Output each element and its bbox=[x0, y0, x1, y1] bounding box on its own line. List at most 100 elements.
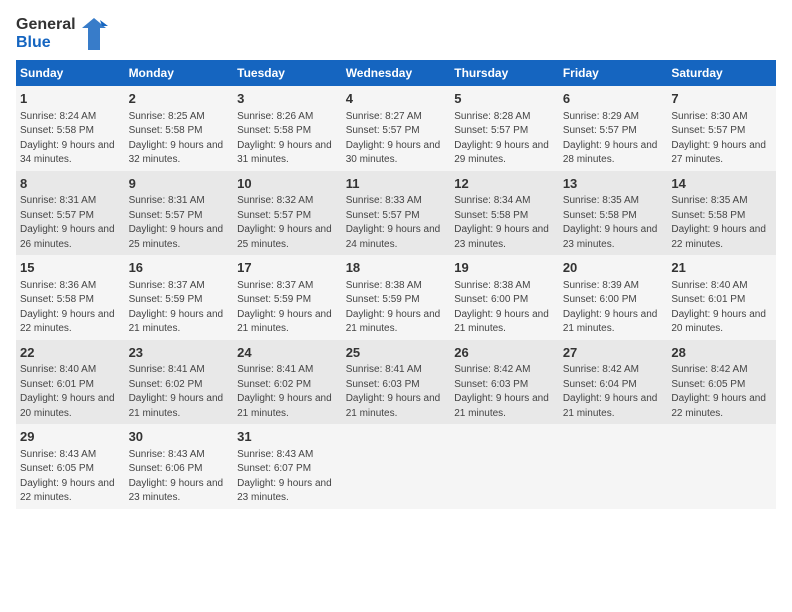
day-cell: 8Sunrise: 8:31 AMSunset: 5:57 PMDaylight… bbox=[16, 171, 125, 256]
sunrise: Sunrise: 8:31 AM bbox=[129, 195, 205, 206]
week-row-3: 15Sunrise: 8:36 AMSunset: 5:58 PMDayligh… bbox=[16, 255, 776, 340]
day-cell: 6Sunrise: 8:29 AMSunset: 5:57 PMDaylight… bbox=[559, 86, 668, 171]
daylight-label: Daylight: 9 hours and 22 minutes. bbox=[20, 309, 115, 335]
daylight-label: Daylight: 9 hours and 21 minutes. bbox=[563, 309, 658, 335]
sunrise: Sunrise: 8:37 AM bbox=[129, 280, 205, 291]
day-number: 11 bbox=[346, 175, 447, 193]
sunset: Sunset: 5:58 PM bbox=[454, 210, 528, 221]
day-cell: 5 Sunrise: 8:28 AM Sunset: 5:57 PM Daylight… bbox=[450, 86, 559, 171]
sunset: Sunset: 6:03 PM bbox=[454, 379, 528, 390]
sunrise: Sunrise: 8:28 AM bbox=[454, 111, 530, 122]
daylight-label: Daylight: 9 hours and 29 minutes. bbox=[454, 140, 549, 166]
daylight-label: Daylight: 9 hours and 21 minutes. bbox=[454, 393, 549, 419]
daylight-label: Daylight: 9 hours and 21 minutes. bbox=[129, 309, 224, 335]
day-cell: 3Sunrise: 8:26 AMSunset: 5:58 PMDaylight… bbox=[233, 86, 342, 171]
sunset: Sunset: 5:58 PM bbox=[237, 125, 311, 136]
sunset: Sunset: 6:00 PM bbox=[454, 294, 528, 305]
day-header-wednesday: Wednesday bbox=[342, 60, 451, 86]
sunrise: Sunrise: 8:35 AM bbox=[563, 195, 639, 206]
day-number: 7 bbox=[671, 90, 772, 108]
sunset: Sunset: 5:57 PM bbox=[237, 210, 311, 221]
day-cell: 31Sunrise: 8:43 AMSunset: 6:07 PMDayligh… bbox=[233, 424, 342, 509]
day-number: 13 bbox=[563, 175, 664, 193]
day-number: 23 bbox=[129, 344, 230, 362]
day-cell: 28Sunrise: 8:42 AMSunset: 6:05 PMDayligh… bbox=[667, 340, 776, 425]
day-cell: 16Sunrise: 8:37 AMSunset: 5:59 PMDayligh… bbox=[125, 255, 234, 340]
day-cell bbox=[342, 424, 451, 509]
day-cell: 25Sunrise: 8:41 AMSunset: 6:03 PMDayligh… bbox=[342, 340, 451, 425]
day-number: 12 bbox=[454, 175, 555, 193]
logo: General Blue bbox=[16, 16, 108, 52]
logo-blue-text: Blue bbox=[16, 34, 51, 52]
daylight-label: Daylight: 9 hours and 22 minutes. bbox=[671, 393, 766, 419]
sunset: Sunset: 6:05 PM bbox=[671, 379, 745, 390]
sunrise: Sunrise: 8:25 AM bbox=[129, 111, 205, 122]
day-cell bbox=[450, 424, 559, 509]
sunrise: Sunrise: 8:42 AM bbox=[454, 364, 530, 375]
sunrise: Sunrise: 8:38 AM bbox=[454, 280, 530, 291]
sunset: Sunset: 5:59 PM bbox=[129, 294, 203, 305]
day-number: 18 bbox=[346, 259, 447, 277]
sunset: Sunset: 6:02 PM bbox=[237, 379, 311, 390]
sunrise: Sunrise: 8:43 AM bbox=[237, 449, 313, 460]
day-cell: 4Sunrise: 8:27 AMSunset: 5:57 PMDaylight… bbox=[342, 86, 451, 171]
sunrise: Sunrise: 8:38 AM bbox=[346, 280, 422, 291]
day-number: 27 bbox=[563, 344, 664, 362]
sunset: Sunset: 6:00 PM bbox=[563, 294, 637, 305]
day-cell bbox=[667, 424, 776, 509]
day-number: 6 bbox=[563, 90, 664, 108]
day-cell: 22Sunrise: 8:40 AMSunset: 6:01 PMDayligh… bbox=[16, 340, 125, 425]
daylight-label: Daylight: 9 hours and 23 minutes. bbox=[563, 224, 658, 250]
day-cell: 29Sunrise: 8:43 AMSunset: 6:05 PMDayligh… bbox=[16, 424, 125, 509]
day-cell: 18Sunrise: 8:38 AMSunset: 5:59 PMDayligh… bbox=[342, 255, 451, 340]
logo-bird-icon bbox=[80, 16, 108, 52]
sunset: Sunset: 6:03 PM bbox=[346, 379, 420, 390]
day-number: 3 bbox=[237, 90, 338, 108]
day-cell: 10Sunrise: 8:32 AMSunset: 5:57 PMDayligh… bbox=[233, 171, 342, 256]
day-number: 17 bbox=[237, 259, 338, 277]
day-cell: 27Sunrise: 8:42 AMSunset: 6:04 PMDayligh… bbox=[559, 340, 668, 425]
sunset: Sunset: 5:59 PM bbox=[237, 294, 311, 305]
day-number: 1 bbox=[20, 90, 121, 108]
day-cell bbox=[559, 424, 668, 509]
sunset: Sunset: 5:58 PM bbox=[671, 210, 745, 221]
sunset: Sunset: 5:57 PM bbox=[20, 210, 94, 221]
day-number: 2 bbox=[129, 90, 230, 108]
day-number: 9 bbox=[129, 175, 230, 193]
sunset: Sunset: 5:57 PM bbox=[454, 125, 528, 136]
day-number: 15 bbox=[20, 259, 121, 277]
day-number: 31 bbox=[237, 428, 338, 446]
day-cell: 15Sunrise: 8:36 AMSunset: 5:58 PMDayligh… bbox=[16, 255, 125, 340]
day-header-monday: Monday bbox=[125, 60, 234, 86]
daylight-label: Daylight: 9 hours and 20 minutes. bbox=[20, 393, 115, 419]
day-number: 5 bbox=[454, 90, 555, 108]
daylight-label: Daylight: 9 hours and 23 minutes. bbox=[454, 224, 549, 250]
day-cell: 23Sunrise: 8:41 AMSunset: 6:02 PMDayligh… bbox=[125, 340, 234, 425]
sunset: Sunset: 5:57 PM bbox=[563, 125, 637, 136]
daylight-label: Daylight: 9 hours and 21 minutes. bbox=[129, 393, 224, 419]
day-cell: 12Sunrise: 8:34 AMSunset: 5:58 PMDayligh… bbox=[450, 171, 559, 256]
daylight-label: Daylight: 9 hours and 32 minutes. bbox=[129, 140, 224, 166]
sunset: Sunset: 5:57 PM bbox=[346, 210, 420, 221]
header-row: SundayMondayTuesdayWednesdayThursdayFrid… bbox=[16, 60, 776, 86]
day-cell: 17Sunrise: 8:37 AMSunset: 5:59 PMDayligh… bbox=[233, 255, 342, 340]
daylight-label: Daylight: 9 hours and 21 minutes. bbox=[454, 309, 549, 335]
sunrise: Sunrise: 8:40 AM bbox=[20, 364, 96, 375]
sunrise: Sunrise: 8:41 AM bbox=[346, 364, 422, 375]
week-row-5: 29Sunrise: 8:43 AMSunset: 6:05 PMDayligh… bbox=[16, 424, 776, 509]
day-cell: 20Sunrise: 8:39 AMSunset: 6:00 PMDayligh… bbox=[559, 255, 668, 340]
sunrise: Sunrise: 8:43 AM bbox=[20, 449, 96, 460]
daylight-label: Daylight: 9 hours and 31 minutes. bbox=[237, 140, 332, 166]
daylight-label: Daylight: 9 hours and 28 minutes. bbox=[563, 140, 658, 166]
day-number: 20 bbox=[563, 259, 664, 277]
sunset: Sunset: 5:58 PM bbox=[129, 125, 203, 136]
sunrise: Sunrise: 8:43 AM bbox=[129, 449, 205, 460]
day-cell: 21Sunrise: 8:40 AMSunset: 6:01 PMDayligh… bbox=[667, 255, 776, 340]
sunrise: Sunrise: 8:31 AM bbox=[20, 195, 96, 206]
sunset: Sunset: 6:01 PM bbox=[671, 294, 745, 305]
day-number: 30 bbox=[129, 428, 230, 446]
daylight-label: Daylight: 9 hours and 25 minutes. bbox=[129, 224, 224, 250]
week-row-1: 1Sunrise: 8:24 AMSunset: 5:58 PMDaylight… bbox=[16, 86, 776, 171]
calendar-table: SundayMondayTuesdayWednesdayThursdayFrid… bbox=[16, 60, 776, 509]
sunset: Sunset: 5:57 PM bbox=[129, 210, 203, 221]
